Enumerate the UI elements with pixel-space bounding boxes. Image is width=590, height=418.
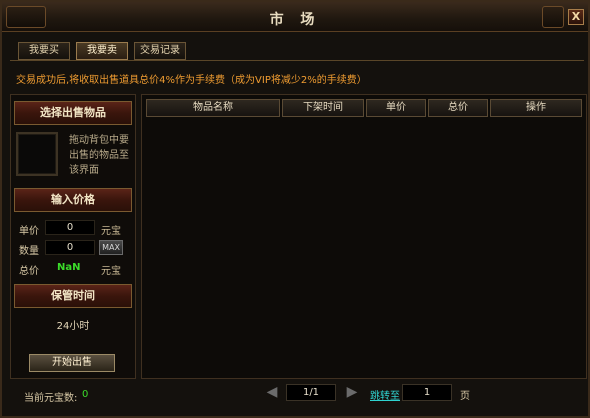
storage-time-value: 24小时 bbox=[56, 321, 90, 332]
price-header: 输入价格 bbox=[14, 188, 132, 212]
window-title: 市 场 bbox=[269, 12, 321, 28]
tab-sell[interactable]: 我要卖 bbox=[76, 42, 128, 60]
tab-buy[interactable]: 我要买 bbox=[18, 42, 70, 60]
fee-notice: 交易成功后,将收取出售道具总价4%作为手续费（成为VIP将减少2%的手续费） bbox=[16, 75, 367, 86]
jump-page-input[interactable]: 1 bbox=[402, 384, 452, 401]
tab-trade-history[interactable]: 交易记录 bbox=[134, 42, 186, 60]
total-price-label: 总价 bbox=[19, 266, 39, 277]
drag-hint-text: 拖动背包中要出售的物品至该界面 bbox=[69, 135, 129, 176]
ingot-balance-value: 0 bbox=[82, 389, 89, 400]
select-item-header: 选择出售物品 bbox=[14, 101, 132, 125]
tab-divider bbox=[10, 60, 584, 61]
item-drop-slot[interactable] bbox=[16, 132, 58, 176]
title-bar[interactable]: 市 场 X bbox=[2, 2, 588, 32]
page-unit-label: 页 bbox=[460, 391, 470, 402]
total-price-value: NaN bbox=[57, 262, 81, 273]
column-header-actions: 操作 bbox=[490, 99, 582, 117]
title-ornament-right bbox=[542, 6, 564, 28]
jump-to-page-link[interactable]: 跳转至 bbox=[370, 387, 400, 402]
storage-time-header: 保管时间 bbox=[14, 284, 132, 308]
listing-table: 物品名称 下架时间 单价 总价 操作 bbox=[141, 94, 587, 379]
ingot-balance-label: 当前元宝数: bbox=[24, 393, 78, 404]
max-quantity-button[interactable]: MAX bbox=[99, 240, 123, 255]
left-arrow-icon[interactable]: ◀ bbox=[262, 384, 282, 401]
sell-panel: 选择出售物品 拖动背包中要出售的物品至该界面 输入价格 单价 0 元宝 数量 0… bbox=[10, 94, 136, 379]
column-header-unit-price: 单价 bbox=[366, 99, 426, 117]
right-arrow-icon[interactable]: ▶ bbox=[342, 384, 362, 401]
column-header-total-price: 总价 bbox=[428, 99, 488, 117]
column-header-item-name: 物品名称 bbox=[146, 99, 280, 117]
close-button[interactable]: X bbox=[568, 9, 584, 25]
quantity-label: 数量 bbox=[19, 246, 39, 257]
page-indicator: 1/1 bbox=[286, 384, 336, 401]
footer-bar: 当前元宝数: 0 ◀ 1/1 ▶ 跳转至 1 页 bbox=[10, 380, 588, 406]
total-price-unit: 元宝 bbox=[101, 266, 121, 277]
start-sell-button[interactable]: 开始出售 bbox=[29, 354, 115, 372]
unit-price-input[interactable]: 0 bbox=[45, 220, 95, 235]
market-window: 市 场 X 我要买 我要卖 交易记录 交易成功后,将收取出售道具总价4%作为手续… bbox=[0, 0, 590, 418]
unit-price-unit: 元宝 bbox=[101, 226, 121, 237]
quantity-input[interactable]: 0 bbox=[45, 240, 95, 255]
unit-price-label: 单价 bbox=[19, 226, 39, 237]
column-header-delist-time: 下架时间 bbox=[282, 99, 364, 117]
